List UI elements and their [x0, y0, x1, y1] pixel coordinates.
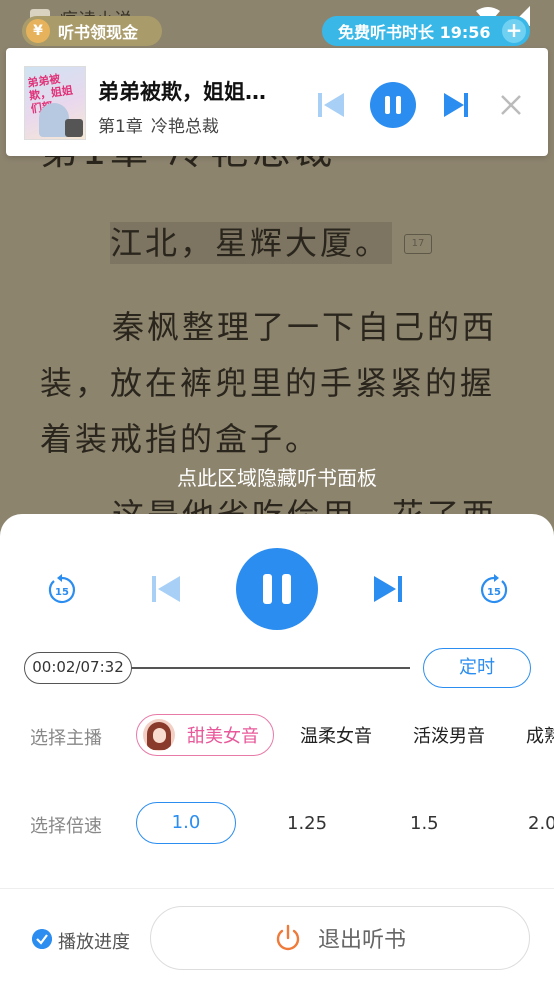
exit-listen-button[interactable]: 退出听书 — [150, 906, 530, 970]
svg-text:15: 15 — [55, 587, 69, 598]
speed-option-1-5[interactable]: 1.5 — [410, 813, 439, 834]
pause-button[interactable] — [236, 548, 318, 630]
mini-pause-button[interactable] — [370, 82, 416, 128]
chapter-number: 第1章 — [98, 117, 143, 137]
power-icon — [276, 924, 300, 951]
previous-chapter-icon[interactable] — [148, 572, 184, 606]
speed-row-label: 选择倍速 — [30, 816, 102, 837]
headphones-icon — [65, 119, 83, 137]
hide-panel-hint[interactable]: 点此区域隐藏听书面板 — [0, 462, 554, 491]
voice-option-gentle-female[interactable]: 温柔女音 — [300, 722, 372, 748]
paragraph-line: 装，放在裤兜里的手紧紧的握 — [40, 364, 496, 402]
previous-chapter-icon[interactable] — [314, 89, 348, 121]
yuan-coin-icon: ¥ — [26, 19, 50, 43]
listen-earn-cash-button[interactable]: ¥ 听书领现金 — [22, 16, 162, 46]
voice-option-mature[interactable]: 成熟 — [526, 722, 554, 748]
next-chapter-icon[interactable] — [440, 89, 472, 121]
next-chapter-icon[interactable] — [370, 572, 406, 606]
exit-listen-label: 退出听书 — [317, 928, 406, 953]
speed-option-2-0[interactable]: 2.0 — [528, 813, 554, 834]
voice-option-sweet-female[interactable]: 甜美女音 — [136, 714, 274, 756]
comment-count-badge[interactable]: 17 — [404, 234, 432, 254]
chapter-info: 第1章 冷艳总裁 — [98, 112, 227, 137]
free-listen-time-button[interactable]: 免费听书时长 19:56 + — [322, 16, 530, 46]
svg-text:15: 15 — [487, 587, 501, 598]
host-avatar — [143, 719, 175, 751]
forward-15-icon[interactable]: 15 — [478, 574, 510, 606]
voice-option-label: 甜美女音 — [187, 726, 259, 747]
paragraph-line: 这是他省吃俭用，花了西 — [112, 490, 497, 514]
progress-time-thumb[interactable]: 00:02/07:32 — [24, 652, 132, 684]
book-title: 弟弟被欺，姐姐… — [98, 80, 266, 104]
speed-option-1-25[interactable]: 1.25 — [287, 813, 327, 834]
highlighted-sentence[interactable]: 江北，星辉大厦。 — [110, 222, 392, 264]
speed-option-1-0[interactable]: 1.0 — [136, 802, 236, 844]
panel-divider — [0, 888, 554, 889]
timer-button[interactable]: 定时 — [423, 648, 531, 688]
voice-row-label: 选择主播 — [30, 728, 102, 749]
paragraph-line: 着装戒指的盒子。 — [40, 420, 321, 458]
rewind-15-icon[interactable]: 15 — [46, 574, 78, 606]
remember-progress-label[interactable]: 播放进度 — [58, 928, 130, 954]
free-listen-time-label: 免费听书时长 19:56 — [338, 23, 491, 42]
close-icon[interactable] — [498, 92, 524, 118]
mini-player-card[interactable]: 弟弟被欺，姐姐们怒 弟弟被欺，姐姐… 第1章 冷艳总裁 — [6, 48, 548, 156]
checkbox-checked-icon[interactable] — [32, 929, 52, 949]
voice-option-lively-male[interactable]: 活泼男音 — [413, 722, 485, 748]
book-cover[interactable]: 弟弟被欺，姐姐们怒 — [24, 66, 86, 140]
paragraph-line: 秦枫整理了一下自己的西 — [112, 308, 498, 346]
chapter-name: 冷艳总裁 — [150, 117, 219, 137]
listen-earn-cash-label: 听书领现金 — [58, 23, 139, 42]
plus-icon[interactable]: + — [502, 19, 526, 43]
